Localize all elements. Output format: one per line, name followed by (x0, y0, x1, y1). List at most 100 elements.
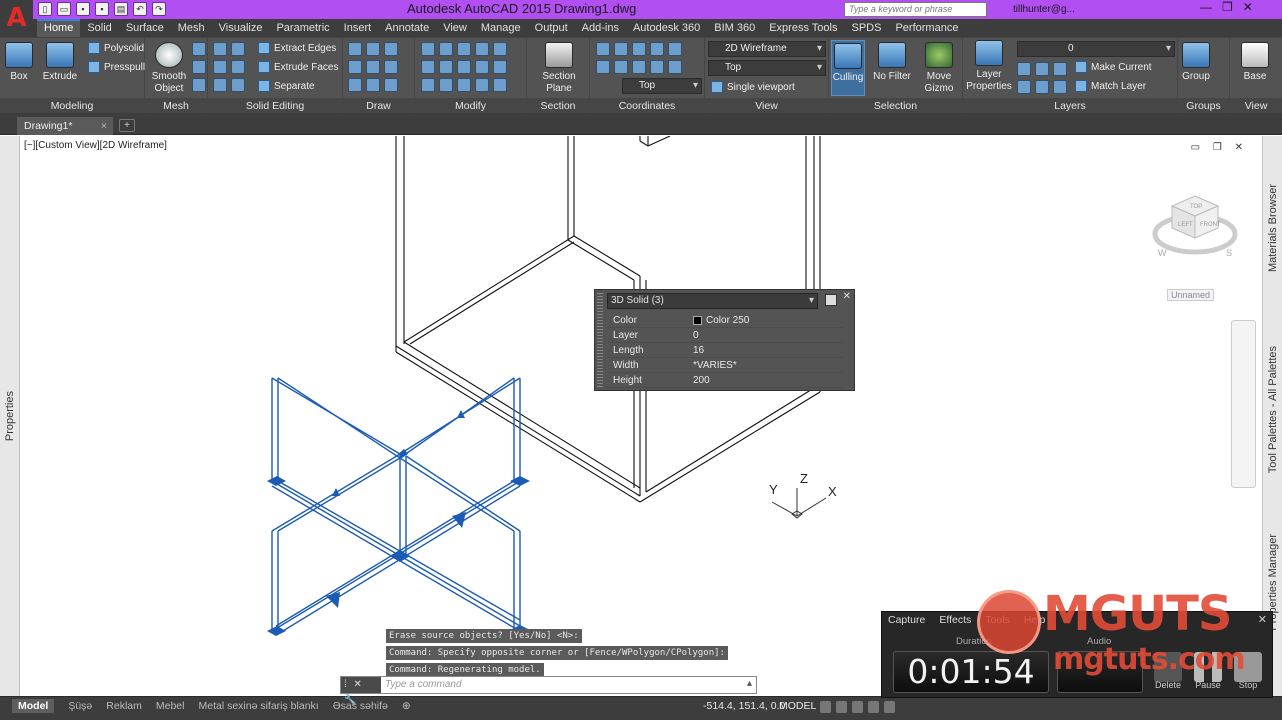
layer-tool-icon[interactable] (1035, 80, 1049, 94)
tab-spds[interactable]: SPDS (845, 19, 889, 37)
close-icon[interactable]: ✕ (1243, 0, 1253, 14)
union-icon[interactable] (213, 42, 227, 56)
tab-mesh[interactable]: Mesh (171, 19, 212, 37)
property-value[interactable]: 16 (693, 343, 843, 357)
spline-icon[interactable] (348, 60, 362, 74)
edit-icon[interactable] (231, 78, 245, 92)
tab-parametric[interactable]: Parametric (269, 19, 336, 37)
presspull-button[interactable]: Presspull (88, 61, 145, 73)
box-button[interactable]: Box (4, 42, 34, 83)
separate-button[interactable]: Separate (258, 80, 315, 92)
line-icon[interactable] (348, 42, 362, 56)
fillet-icon[interactable] (493, 60, 507, 74)
command-line-tools[interactable]: ⁞ ✕ 🔧 (341, 677, 381, 706)
search-input[interactable]: Type a keyword or phrase (844, 2, 987, 17)
layout-tab[interactable]: Reklam (106, 699, 142, 713)
panel-title-mesh[interactable]: Mesh (145, 98, 207, 114)
ucs-icon[interactable] (632, 42, 646, 56)
group-button[interactable]: Group (1181, 42, 1211, 83)
scale-icon[interactable] (475, 60, 489, 74)
tab-manage[interactable]: Manage (474, 19, 528, 37)
panel-title-coordinates[interactable]: Coordinates (590, 98, 704, 114)
rectangle-icon[interactable] (366, 78, 380, 92)
tool-palettes-tab[interactable]: Tool Palettes - All Palettes (1267, 346, 1279, 473)
layout-tab-model[interactable]: Model (12, 699, 55, 713)
customize-icon[interactable] (825, 294, 837, 306)
tab-insert[interactable]: Insert (337, 19, 379, 37)
edit-icon[interactable] (231, 42, 245, 56)
model-space-button[interactable]: MODEL (779, 700, 816, 712)
recorder-tab-tools[interactable]: Tools (985, 614, 1010, 626)
edit-icon[interactable] (231, 60, 245, 74)
tab-performance[interactable]: Performance (888, 19, 965, 37)
recorder-tab-capture[interactable]: Capture (888, 614, 925, 626)
ucs-icon[interactable] (668, 42, 682, 56)
minimize-icon[interactable]: — (1200, 0, 1212, 14)
mesh-tool-icon[interactable] (192, 42, 206, 56)
navigation-bar[interactable] (1231, 320, 1256, 488)
mesh-tool-icon[interactable] (192, 78, 206, 92)
layout-tab[interactable]: Metal sexinə sifariş blankı (198, 699, 318, 713)
align-icon[interactable] (493, 78, 507, 92)
visual-style-dropdown[interactable]: 2D Wireframe (708, 41, 826, 57)
intersect-icon[interactable] (213, 78, 227, 92)
ucs-icon[interactable] (614, 60, 628, 74)
tab-visualize[interactable]: Visualize (212, 19, 270, 37)
tab-add-ins[interactable]: Add-ins (575, 19, 626, 37)
match-layer-button[interactable]: Match Layer (1075, 80, 1146, 92)
arc-icon[interactable] (384, 42, 398, 56)
polysolid-button[interactable]: Polysolid (88, 42, 144, 54)
array-icon[interactable] (475, 78, 489, 92)
grip-markers[interactable] (267, 410, 530, 636)
panel-title-section[interactable]: Section (527, 98, 589, 114)
tab-bim-360[interactable]: BIM 360 (707, 19, 762, 37)
mesh-tool-icon[interactable] (192, 60, 206, 74)
line-icon[interactable] (366, 60, 380, 74)
panel-title-selection[interactable]: Selection (829, 98, 962, 114)
named-view-dropdown[interactable]: Top (708, 60, 826, 76)
move-gizmo-button[interactable]: Move Gizmo (919, 42, 959, 95)
grid-icon[interactable] (820, 701, 831, 713)
trim-icon[interactable] (493, 42, 507, 56)
polyline-icon[interactable] (366, 42, 380, 56)
properties-palette-tab[interactable]: Properties (4, 391, 16, 441)
coordinate-readout[interactable]: -514.4, 151.4, 0.0 (703, 700, 785, 712)
layer-tool-icon[interactable] (1017, 62, 1031, 76)
command-input[interactable]: Type a command (385, 678, 462, 692)
polar-icon[interactable] (868, 701, 879, 713)
panel-title-modeling[interactable]: Modeling (0, 98, 144, 114)
delete-icon[interactable] (1154, 652, 1182, 682)
ellipse-icon[interactable] (384, 78, 398, 92)
section-plane-button[interactable]: Section Plane (537, 42, 581, 95)
recorder-tab-help[interactable]: Help (1024, 614, 1046, 626)
snap-icon[interactable] (836, 701, 847, 713)
maximize-icon[interactable]: ❐ (1222, 0, 1233, 14)
stop-icon[interactable] (1234, 652, 1262, 682)
erase-icon[interactable] (439, 78, 453, 92)
move-icon[interactable] (421, 42, 435, 56)
ucs-icon[interactable] (650, 42, 664, 56)
ucs-icon[interactable] (596, 60, 610, 74)
stretch-icon[interactable] (439, 60, 453, 74)
panel-title-groups[interactable]: Groups (1178, 98, 1229, 114)
move-icon[interactable] (457, 42, 471, 56)
save-as-icon[interactable]: ▪ (95, 2, 109, 16)
ucs-view-dropdown[interactable]: Top (622, 78, 702, 94)
file-tab-drawing1[interactable]: Drawing1* × (17, 117, 113, 135)
extrude-faces-button[interactable]: Extrude Faces (258, 61, 338, 73)
tab-output[interactable]: Output (528, 19, 575, 37)
recorder-tab-effects[interactable]: Effects (939, 614, 971, 626)
property-value[interactable]: 200 (693, 373, 843, 387)
tab-home[interactable]: Home (37, 19, 81, 37)
viewcube[interactable]: TOP LEFT FRONT W S (1150, 176, 1240, 266)
application-menu-button[interactable]: A (0, 0, 33, 37)
tab-view[interactable]: View (436, 19, 474, 37)
property-value[interactable]: Color 250 (706, 313, 749, 328)
chevron-up-icon[interactable]: ▴ (747, 678, 752, 689)
plot-icon[interactable]: ▤ (114, 2, 128, 16)
extract-edges-button[interactable]: Extract Edges (258, 42, 336, 54)
layer-tool-icon[interactable] (1035, 62, 1049, 76)
layout-tab[interactable]: Əsas səhifə (333, 699, 388, 713)
layer-properties-button[interactable]: Layer Properties (965, 40, 1013, 93)
offset-icon[interactable] (421, 78, 435, 92)
